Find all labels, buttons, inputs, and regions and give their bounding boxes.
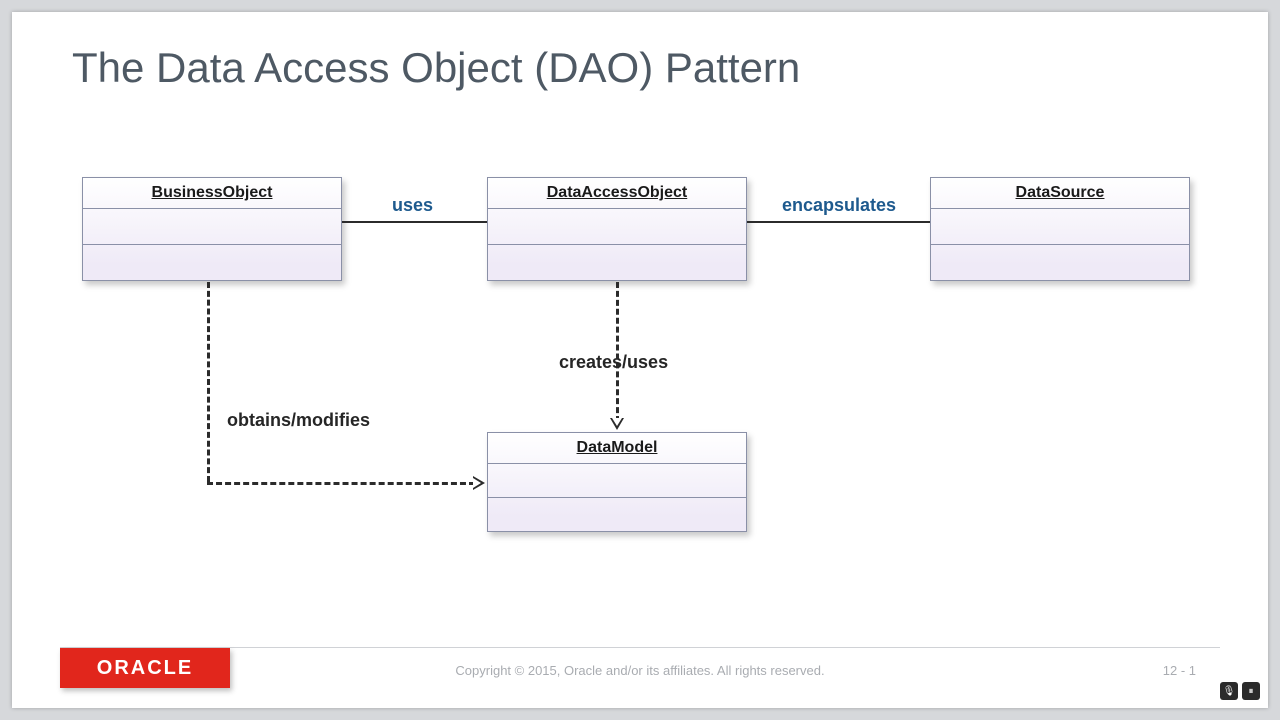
edge-creates-arrow	[610, 418, 624, 430]
node-data-source: DataSource	[930, 177, 1190, 281]
node-data-model: DataModel	[487, 432, 747, 532]
edge-obtains-label: obtains/modifies	[227, 410, 370, 431]
node-label: DataAccessObject	[488, 178, 746, 208]
node-data-access-object: DataAccessObject	[487, 177, 747, 281]
mic-icon[interactable]: 🎙	[1220, 682, 1238, 700]
node-label: BusinessObject	[83, 178, 341, 208]
player-tray: 🎙 ⏸	[1220, 682, 1260, 700]
copyright-text: Copyright © 2015, Oracle and/or its affi…	[12, 663, 1268, 678]
edge-obtains-arrow	[473, 476, 485, 490]
node-business-object: BusinessObject	[82, 177, 342, 281]
footer-divider	[60, 647, 1220, 648]
node-label: DataModel	[488, 433, 746, 463]
node-label: DataSource	[931, 178, 1189, 208]
edge-creates-label: creates/uses	[559, 352, 668, 373]
edge-encapsulates-line	[747, 221, 930, 223]
edge-obtains-line-v	[207, 282, 210, 482]
edge-obtains-line-h	[207, 482, 475, 485]
slide: The Data Access Object (DAO) Pattern Bus…	[12, 12, 1268, 708]
edge-uses-label: uses	[392, 195, 433, 216]
edge-uses-line	[342, 221, 487, 223]
edge-encapsulates-label: encapsulates	[782, 195, 896, 216]
page-number: 12 - 1	[1163, 663, 1196, 678]
pause-icon[interactable]: ⏸	[1242, 682, 1260, 700]
slide-title: The Data Access Object (DAO) Pattern	[72, 44, 800, 92]
